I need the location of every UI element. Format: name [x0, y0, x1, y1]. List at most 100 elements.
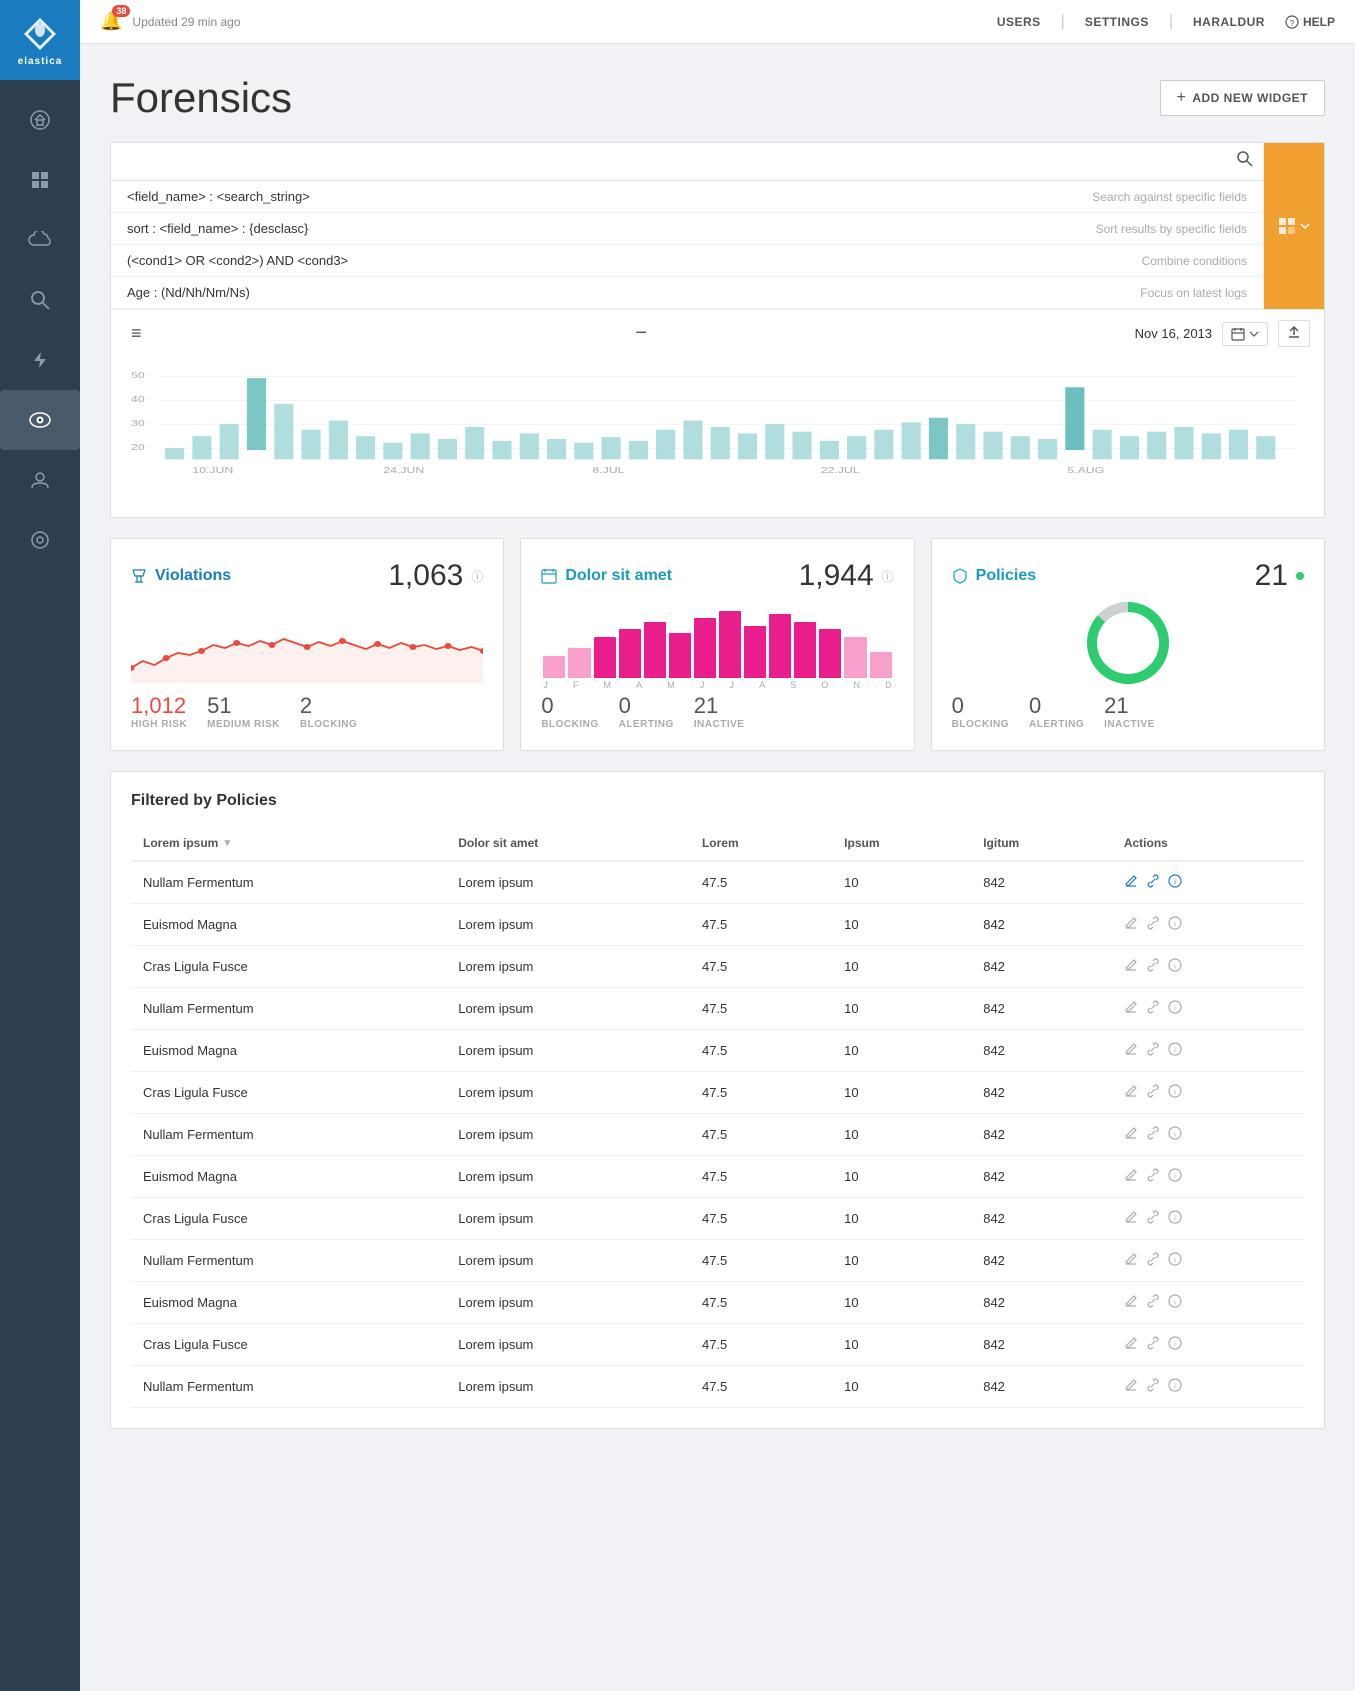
- link-icon-1[interactable]: [1146, 916, 1160, 933]
- info-icon-1[interactable]: i: [1168, 916, 1182, 933]
- notification-count: 38: [112, 5, 130, 17]
- link-icon-0[interactable]: [1146, 874, 1160, 891]
- suggestion-item-2[interactable]: sort : <field_name> : {desclasc} Sort re…: [111, 213, 1263, 245]
- search-submit-button[interactable]: [1237, 151, 1253, 172]
- cell-ipsum-0: 10: [832, 861, 971, 904]
- medium-risk-value: 51: [207, 693, 280, 719]
- logo[interactable]: elastica: [0, 0, 80, 80]
- link-icon-3[interactable]: [1146, 1000, 1160, 1017]
- calendar-button[interactable]: [1222, 322, 1268, 346]
- violations-card: Violations 1,063 ⓘ: [110, 538, 504, 751]
- suggestion-hint-2: Sort results by specific fields: [1096, 222, 1247, 236]
- link-icon-9[interactable]: [1146, 1252, 1160, 1269]
- notification-bell[interactable]: 🔔 38: [100, 11, 122, 32]
- help-button[interactable]: ? HELP: [1285, 15, 1335, 29]
- plus-icon: +: [1177, 89, 1187, 107]
- edit-icon-8[interactable]: [1124, 1210, 1138, 1227]
- settings-link[interactable]: SETTINGS: [1085, 15, 1149, 29]
- search-input[interactable]: [121, 154, 1237, 170]
- policies-card-header: Policies 21: [952, 559, 1304, 593]
- link-icon-6[interactable]: [1146, 1126, 1160, 1143]
- policies-inactive-stat: 21 INACTIVE: [1104, 693, 1155, 730]
- chart-minus-button[interactable]: −: [629, 318, 653, 349]
- sidebar-item-search[interactable]: [0, 270, 80, 330]
- upload-button[interactable]: [1278, 320, 1310, 347]
- users-link[interactable]: USERS: [997, 15, 1041, 29]
- info-icon-0[interactable]: i: [1168, 874, 1182, 891]
- edit-icon-6[interactable]: [1124, 1126, 1138, 1143]
- cell-actions-1: i: [1112, 904, 1304, 946]
- edit-icon-1[interactable]: [1124, 916, 1138, 933]
- link-icon-5[interactable]: [1146, 1084, 1160, 1101]
- cell-igitum-7: 842: [971, 1156, 1112, 1198]
- edit-icon-5[interactable]: [1124, 1084, 1138, 1101]
- svg-text:40: 40: [131, 396, 145, 405]
- info-icon-8[interactable]: i: [1168, 1210, 1182, 1227]
- cell-actions-0: i: [1112, 861, 1304, 904]
- user-link[interactable]: HARALDUR: [1193, 15, 1265, 29]
- info-icon-10[interactable]: i: [1168, 1294, 1182, 1311]
- cell-ipsum-11: 10: [832, 1324, 971, 1366]
- widget-toggle-button[interactable]: [1264, 143, 1324, 309]
- link-icon-7[interactable]: [1146, 1168, 1160, 1185]
- edit-icon-7[interactable]: [1124, 1168, 1138, 1185]
- violations-info-btn[interactable]: ⓘ: [471, 568, 483, 585]
- cell-lorem-7: 47.5: [690, 1156, 832, 1198]
- suggestion-item-4[interactable]: Age : (Nd/Nh/Nm/Ns) Focus on latest logs: [111, 277, 1263, 309]
- basket-icon: [29, 109, 51, 131]
- table-row: Euismod Magna Lorem ipsum 47.5 10 842 i: [131, 1030, 1304, 1072]
- col-header-1[interactable]: Lorem ipsum ▼: [131, 826, 446, 861]
- svg-text:10.JUN: 10.JUN: [192, 467, 233, 476]
- edit-icon-3[interactable]: [1124, 1000, 1138, 1017]
- add-widget-button[interactable]: + ADD NEW WIDGET: [1160, 80, 1326, 116]
- cell-name-0: Nullam Fermentum: [131, 861, 446, 904]
- stats-row: Violations 1,063 ⓘ: [110, 538, 1325, 751]
- sidebar-item-user[interactable]: [0, 450, 80, 510]
- policies-inactive-value: 21: [1104, 693, 1155, 719]
- edit-icon-10[interactable]: [1124, 1294, 1138, 1311]
- edit-icon-9[interactable]: [1124, 1252, 1138, 1269]
- sidebar-item-alerts[interactable]: [0, 330, 80, 390]
- edit-icon-11[interactable]: [1124, 1336, 1138, 1353]
- info-icon-11[interactable]: i: [1168, 1336, 1182, 1353]
- suggestion-item-3[interactable]: (<cond1> OR <cond2>) AND <cond3> Combine…: [111, 245, 1263, 277]
- search-submit-icon: [1237, 151, 1253, 167]
- dolor-info-btn[interactable]: ⓘ: [882, 568, 894, 585]
- edit-icon-12[interactable]: [1124, 1378, 1138, 1395]
- topbar: 🔔 38 Updated 29 min ago USERS | SETTINGS…: [80, 0, 1355, 44]
- sidebar-item-eye[interactable]: [0, 390, 80, 450]
- sidebar-item-cloud[interactable]: [0, 210, 80, 270]
- sidebar-item-grid[interactable]: [0, 150, 80, 210]
- sidebar-item-dashboard[interactable]: [0, 90, 80, 150]
- info-icon-5[interactable]: i: [1168, 1084, 1182, 1101]
- sidebar-item-settings[interactable]: [0, 510, 80, 570]
- info-icon-7[interactable]: i: [1168, 1168, 1182, 1185]
- cell-igitum-1: 842: [971, 904, 1112, 946]
- edit-icon-2[interactable]: [1124, 958, 1138, 975]
- info-icon-9[interactable]: i: [1168, 1252, 1182, 1269]
- info-icon-12[interactable]: i: [1168, 1378, 1182, 1395]
- edit-icon-0[interactable]: [1124, 874, 1138, 891]
- link-icon-8[interactable]: [1146, 1210, 1160, 1227]
- svg-text:i: i: [1174, 1258, 1176, 1265]
- cell-dolor-0: Lorem ipsum: [446, 861, 690, 904]
- link-icon-2[interactable]: [1146, 958, 1160, 975]
- info-icon-3[interactable]: i: [1168, 1000, 1182, 1017]
- svg-text:20: 20: [131, 444, 145, 453]
- edit-icon-4[interactable]: [1124, 1042, 1138, 1059]
- link-icon-4[interactable]: [1146, 1042, 1160, 1059]
- info-icon-6[interactable]: i: [1168, 1126, 1182, 1143]
- cell-igitum-10: 842: [971, 1282, 1112, 1324]
- info-icon-2[interactable]: i: [1168, 958, 1182, 975]
- lightning-icon: [30, 350, 50, 370]
- link-icon-12[interactable]: [1146, 1378, 1160, 1395]
- link-icon-10[interactable]: [1146, 1294, 1160, 1311]
- cell-ipsum-2: 10: [832, 946, 971, 988]
- policies-alerting-label: ALERTING: [1029, 719, 1084, 730]
- col-header-4: Ipsum: [832, 826, 971, 861]
- chart-equals-button[interactable]: ≡: [125, 319, 148, 348]
- suggestion-item-1[interactable]: <field_name> : <search_string> Search ag…: [111, 181, 1263, 213]
- cell-dolor-5: Lorem ipsum: [446, 1072, 690, 1114]
- link-icon-11[interactable]: [1146, 1336, 1160, 1353]
- info-icon-4[interactable]: i: [1168, 1042, 1182, 1059]
